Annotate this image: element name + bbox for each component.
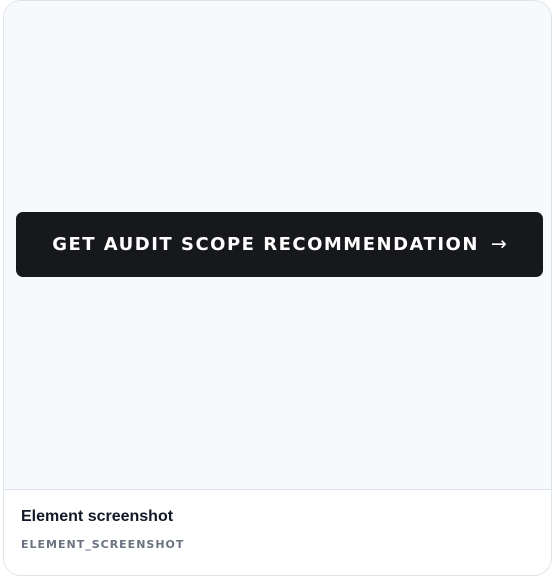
card-title: Element screenshot xyxy=(21,508,174,525)
get-audit-scope-recommendation-button[interactable]: GET AUDIT SCOPE RECOMMENDATION → xyxy=(16,212,543,277)
element-card: GET AUDIT SCOPE RECOMMENDATION → Element… xyxy=(3,0,552,576)
element-preview: GET AUDIT SCOPE RECOMMENDATION → xyxy=(4,1,551,490)
card-footer: Element screenshot ELEMENT_SCREENSHOT xyxy=(4,490,551,575)
arrow-right-icon: → xyxy=(490,233,507,255)
button-label: GET AUDIT SCOPE RECOMMENDATION xyxy=(52,234,479,255)
card-type-label: ELEMENT_SCREENSHOT xyxy=(21,538,185,551)
